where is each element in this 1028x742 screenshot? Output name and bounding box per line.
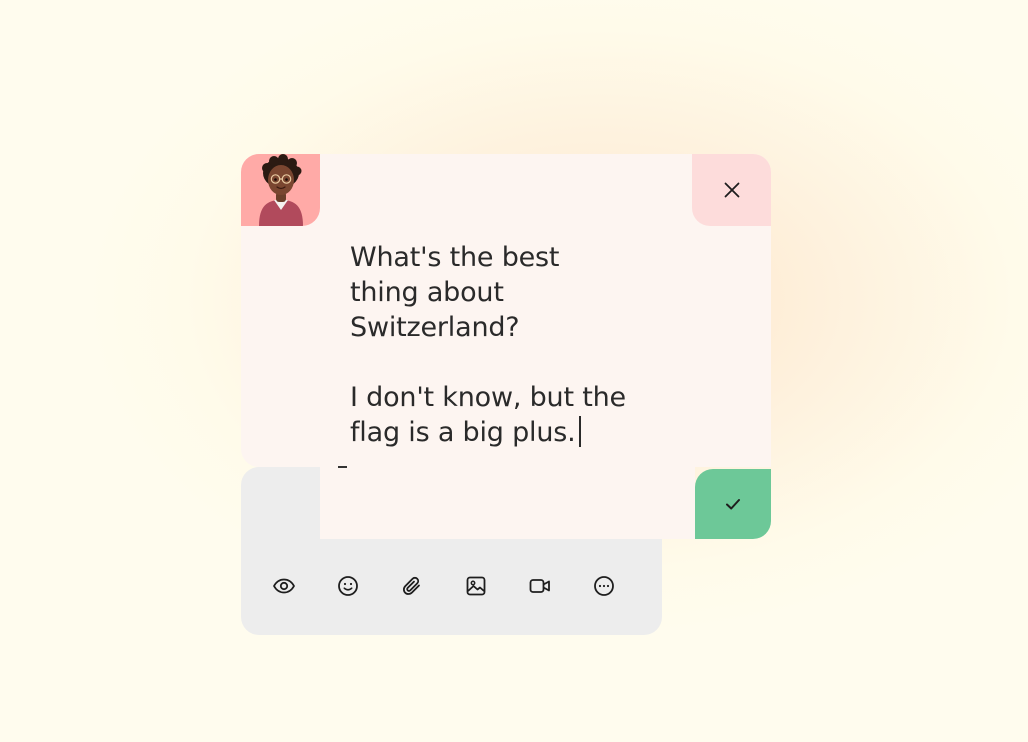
more-button[interactable] xyxy=(592,574,616,598)
message-line: I don't know, but the xyxy=(350,382,626,413)
video-icon xyxy=(529,579,550,593)
message-line: flag is a big plus. xyxy=(350,417,576,448)
more-icon xyxy=(594,576,614,596)
message-line: What's the best xyxy=(350,242,560,273)
note-body-extension xyxy=(320,467,695,539)
toolbar xyxy=(272,574,616,598)
note-composer: What's the best thing about Switzerland?… xyxy=(241,154,771,635)
text-caret xyxy=(578,416,581,447)
confirm-button[interactable] xyxy=(695,469,771,539)
close-icon xyxy=(724,182,739,198)
preview-button[interactable] xyxy=(272,574,296,598)
page-background: What's the best thing about Switzerland?… xyxy=(0,0,1028,742)
message-line: Switzerland? xyxy=(350,312,520,343)
message-line: thing about xyxy=(350,277,504,308)
check-icon xyxy=(726,499,740,510)
video-button[interactable] xyxy=(528,574,552,598)
person-avatar-icon xyxy=(259,154,303,226)
smile-icon xyxy=(338,576,358,596)
image-button[interactable] xyxy=(464,574,488,598)
message-input[interactable]: What's the best thing about Switzerland?… xyxy=(350,240,650,450)
close-button[interactable] xyxy=(692,154,771,226)
text-cursor-marker xyxy=(338,466,347,468)
emoji-button[interactable] xyxy=(336,574,360,598)
paperclip-icon xyxy=(402,576,420,595)
attach-button[interactable] xyxy=(400,574,424,598)
avatar xyxy=(241,154,320,226)
eye-icon xyxy=(273,578,295,594)
image-icon xyxy=(466,576,486,596)
